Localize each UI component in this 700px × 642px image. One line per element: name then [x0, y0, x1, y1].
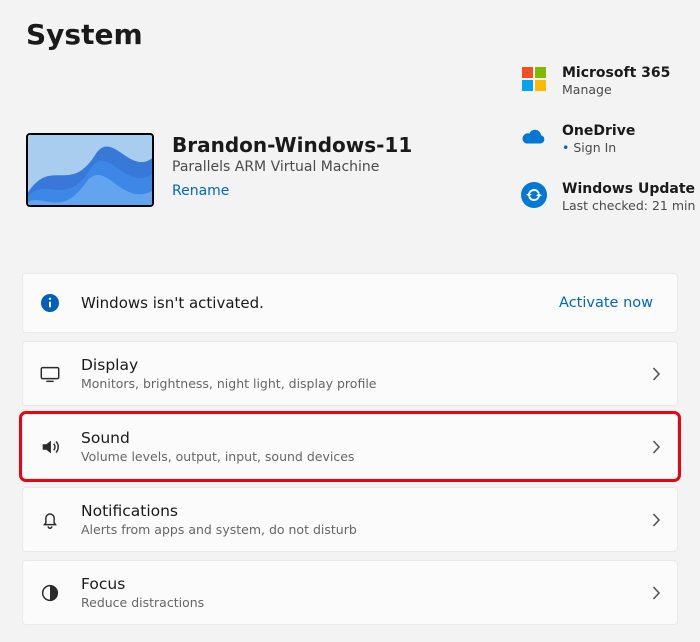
notifications-title: Notifications [81, 502, 631, 520]
page-title: System [0, 0, 700, 59]
settings-item-notifications[interactable]: Notifications Alerts from apps and syste… [22, 487, 678, 552]
display-icon [39, 363, 61, 385]
side-links: Microsoft 365 Manage OneDrive Sign In Wi… [520, 65, 700, 239]
chevron-right-icon [651, 586, 661, 600]
sound-sub: Volume levels, output, input, sound devi… [81, 449, 631, 464]
settings-item-display[interactable]: Display Monitors, brightness, night ligh… [22, 341, 678, 406]
settings-list: Windows isn't activated. Activate now Di… [0, 273, 700, 625]
chevron-right-icon [651, 513, 661, 527]
m365-title: Microsoft 365 [562, 65, 670, 81]
device-text: Brandon-Windows-11 Parallels ARM Virtual… [172, 133, 412, 269]
cloud-icon [520, 123, 548, 151]
sound-icon [39, 436, 61, 458]
activate-now-link[interactable]: Activate now [559, 295, 653, 311]
device-subtitle: Parallels ARM Virtual Machine [172, 159, 412, 175]
focus-sub: Reduce distractions [81, 595, 631, 610]
device-name: Brandon-Windows-11 [172, 133, 412, 157]
settings-item-focus[interactable]: Focus Reduce distractions [22, 560, 678, 625]
m365-sub: Manage [562, 82, 670, 97]
update-icon [520, 181, 548, 209]
info-icon [39, 292, 61, 314]
onedrive-sub: Sign In [562, 140, 635, 155]
display-sub: Monitors, brightness, night light, displ… [81, 376, 631, 391]
windows-update-link[interactable]: Windows Update Last checked: 21 min [520, 181, 700, 213]
rename-link[interactable]: Rename [172, 183, 229, 199]
microsoft-365-link[interactable]: Microsoft 365 Manage [520, 65, 700, 97]
display-title: Display [81, 356, 631, 374]
settings-item-sound[interactable]: Sound Volume levels, output, input, soun… [22, 414, 678, 479]
sound-title: Sound [81, 429, 631, 447]
wu-sub: Last checked: 21 min [562, 198, 695, 213]
hero-section: Brandon-Windows-11 Parallels ARM Virtual… [0, 59, 700, 269]
wu-title: Windows Update [562, 181, 695, 197]
activation-banner[interactable]: Windows isn't activated. Activate now [22, 273, 678, 333]
notifications-sub: Alerts from apps and system, do not dist… [81, 522, 631, 537]
chevron-right-icon [651, 440, 661, 454]
onedrive-title: OneDrive [562, 123, 635, 139]
microsoft-logo-icon [520, 65, 548, 93]
chevron-right-icon [651, 367, 661, 381]
focus-title: Focus [81, 575, 631, 593]
bell-icon [39, 509, 61, 531]
onedrive-link[interactable]: OneDrive Sign In [520, 123, 700, 155]
activation-message: Windows isn't activated. [81, 294, 539, 312]
focus-icon [39, 582, 61, 604]
device-wallpaper [26, 133, 154, 207]
